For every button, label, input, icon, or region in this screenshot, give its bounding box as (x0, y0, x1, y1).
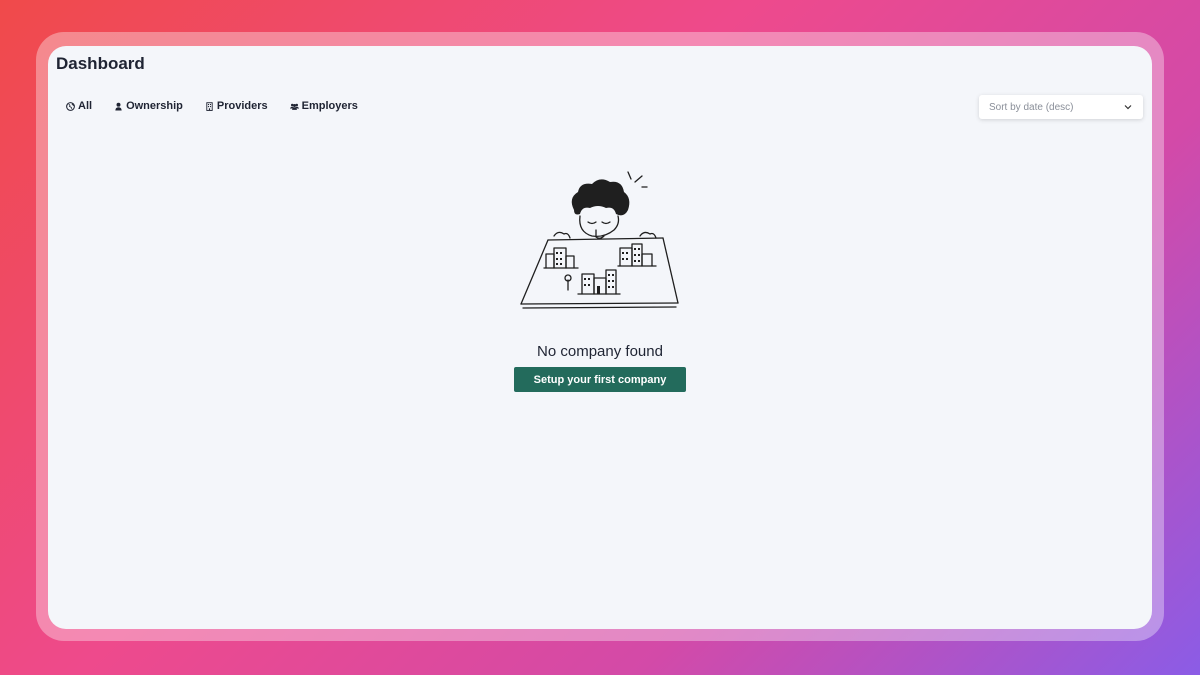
dashboard-window: Dashboard All Ownership Providers Employ… (48, 46, 1152, 629)
users-icon (289, 103, 299, 110)
tab-providers[interactable]: Providers (205, 100, 268, 112)
filter-tabs: All Ownership Providers Employers (66, 100, 358, 112)
tab-label: Ownership (126, 100, 183, 112)
building-icon (206, 101, 213, 111)
sort-dropdown[interactable]: Sort by date (desc) (979, 95, 1143, 119)
sort-selected-value: Sort by date (desc) (989, 101, 1074, 113)
tab-employers[interactable]: Employers (289, 100, 358, 112)
empty-state-message: No company found (537, 343, 663, 360)
chevron-down-icon (1124, 105, 1132, 110)
user-icon (115, 102, 122, 111)
globe-icon (66, 101, 75, 111)
setup-company-button[interactable]: Setup your first company (514, 367, 686, 392)
tab-label: Employers (301, 100, 358, 112)
tab-label: All (78, 100, 93, 112)
page-title: Dashboard (56, 54, 145, 73)
person-looking-at-city-illustration (520, 171, 679, 309)
tab-ownership[interactable]: Ownership (114, 100, 183, 112)
tab-label: Providers (216, 100, 268, 112)
tab-all[interactable]: All (66, 100, 92, 112)
